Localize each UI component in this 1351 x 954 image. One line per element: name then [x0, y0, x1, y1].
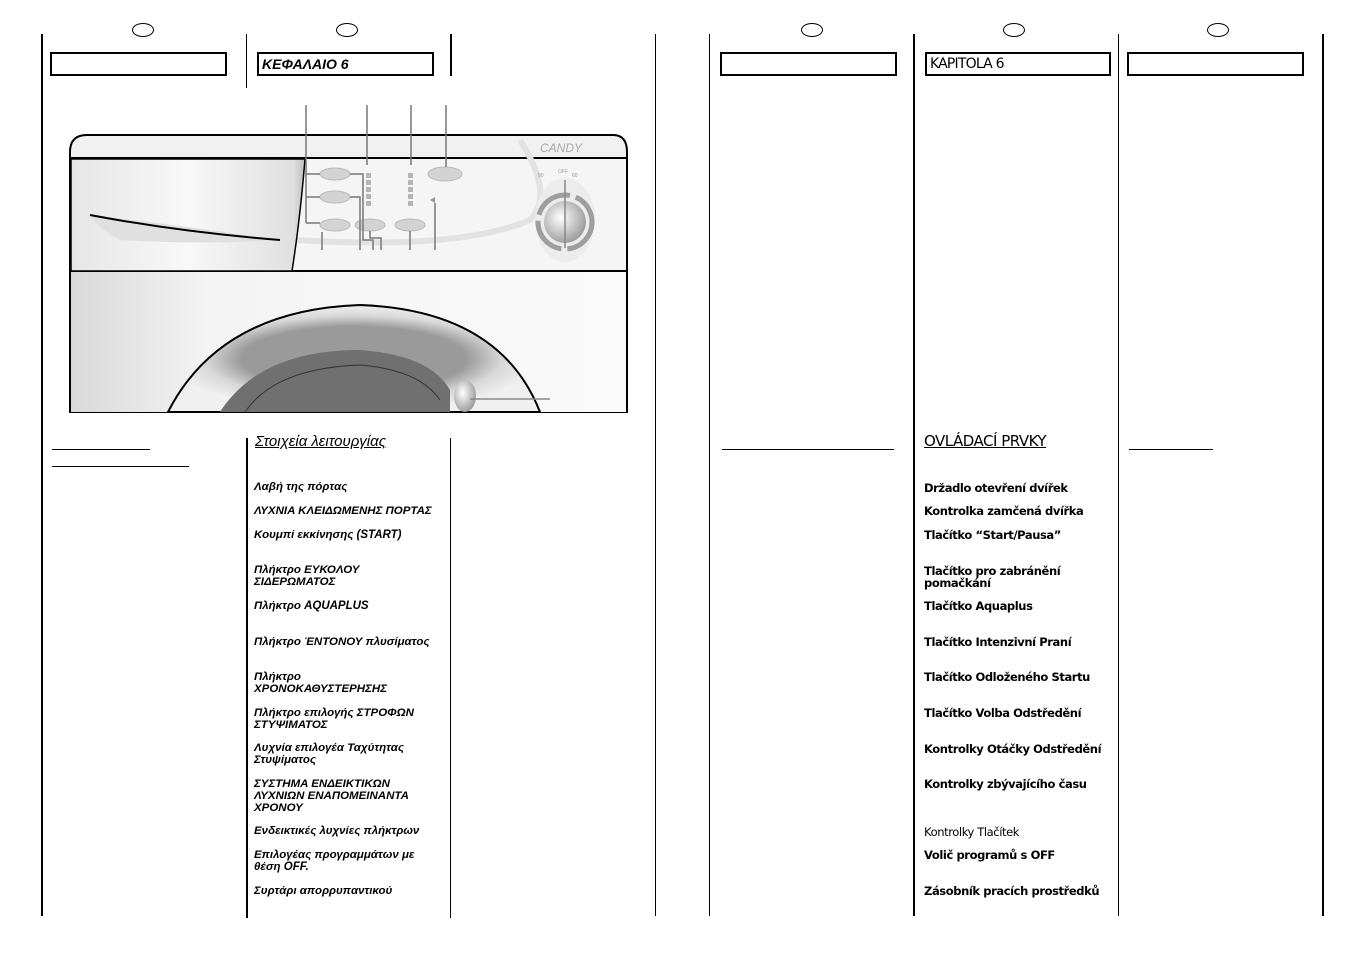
right-page-border-left: [709, 34, 710, 916]
chapter-header-box-empty: [720, 52, 897, 76]
list-item: Λαβή της πόρτας: [254, 481, 348, 493]
list-item: Πλήκτρο ΕΥΚΟΛΟΥ ΣΙΔΕΡΩΜΑΤΟΣ: [254, 564, 360, 588]
list-item: Λυχνία επιλογέα Ταχύτητας Στυψίματος: [254, 742, 405, 766]
list-item: Πλήκτρο ΧΡΟΝΟΚΑΘΥΣΤΕΡΗΣΗΣ: [254, 671, 387, 695]
section-title-underline: [1129, 449, 1213, 450]
section-title-underline: [722, 449, 894, 450]
list-item: Kontrolky zbývajícího času: [924, 777, 1087, 791]
section-title-greek: Στοιχεία λειτουργίας: [255, 433, 386, 450]
left-column-divider-1-bottom: [246, 438, 248, 918]
list-item: Kontrolka zamčená dvířka: [924, 504, 1084, 518]
list-item: Tlačítko “Start/Pausa”: [924, 528, 1061, 542]
right-column-divider-1: [913, 34, 915, 916]
left-column-divider-1: [246, 34, 247, 88]
chapter-header-box-greek: ΚΕΦΑΛΑΙΟ 6: [257, 52, 434, 76]
language-flag-placeholder: [801, 23, 823, 37]
list-item: Držadlo otevření dvířek: [924, 481, 1068, 495]
left-page-border-right: [655, 34, 656, 916]
list-item: Tlačítko pro zabránění pomačkání: [924, 564, 1061, 590]
left-page-border-left: [41, 34, 43, 916]
svg-text:90: 90: [538, 173, 544, 179]
section-title-underline-1: [52, 449, 150, 450]
language-flag-placeholder-czech: [1003, 23, 1025, 37]
list-item: Πλήκτρο AQUAPLUS: [254, 600, 369, 612]
section-title-underline-2: [52, 466, 189, 467]
list-item: ΛΥΧΝΙΑ ΚΛΕΙΔΩΜΕΝΗΣ ΠΟΡΤΑΣ: [254, 505, 432, 517]
svg-text:60: 60: [572, 173, 578, 179]
detergent-drawer: [70, 158, 306, 272]
list-item: Συρτάρι απορρυπαντικού: [254, 885, 393, 897]
svg-text:OFF: OFF: [558, 169, 568, 175]
language-flag-placeholder-greek: [336, 23, 358, 37]
washing-machine-illustration: CANDY 90 OFF 60: [69, 105, 628, 413]
list-item: Πλήκτρο επιλογής ΣΤΡΟΦΩΝ ΣΤΥΨΙΜΑΤΟΣ: [254, 707, 414, 731]
list-item: Tlačítko Volba Odstředění: [924, 706, 1082, 720]
list-item: ΣΥΣΤΗΜΑ ΕΝΔΕΙΚΤΙΚΩΝ ΛΥΧΝΙΩΝ ΕΝΑΠΟΜΕΙΝΑΝΤ…: [254, 778, 409, 814]
left-column-divider-2-top: [450, 34, 452, 76]
list-item: Volič programů s OFF: [924, 848, 1055, 862]
chapter-header-box-empty: [1127, 52, 1304, 76]
list-item: Tlačítko Intenzivní Praní: [924, 635, 1072, 649]
list-item: Kontrolky Otáčky Odstředění: [924, 742, 1102, 756]
list-item: Tlačítko Odloženého Startu: [924, 670, 1090, 684]
list-item: Tlačítko Aquaplus: [924, 599, 1033, 613]
right-column-divider-2: [1118, 34, 1119, 916]
list-item: Επιλογέας προγραμμάτων με θέση OFF.: [254, 849, 415, 873]
list-item: Πλήκτρο ΈΝΤΟΝΟΥ πλυσίματος: [254, 636, 430, 648]
door-handle: [454, 380, 476, 412]
right-page-border-right: [1322, 34, 1324, 916]
list-item: Kontrolky Tlačítek: [924, 825, 1020, 839]
language-flag-placeholder: [132, 23, 154, 37]
brand-logo: CANDY: [540, 141, 583, 155]
list-item: Ενδεικτικές λυχνίες πλήκτρων: [254, 825, 420, 837]
list-item: Zásobník pracích prostředků: [924, 884, 1100, 898]
language-flag-placeholder: [1207, 23, 1229, 37]
chapter-header-box-empty: [50, 52, 227, 76]
list-item: Κουμπί εκκίνησης (START): [254, 529, 402, 541]
chapter-header-box-czech: KAPITOLA 6: [925, 52, 1111, 76]
section-title-czech: OVLÁDACÍ PRVKY: [924, 432, 1047, 450]
